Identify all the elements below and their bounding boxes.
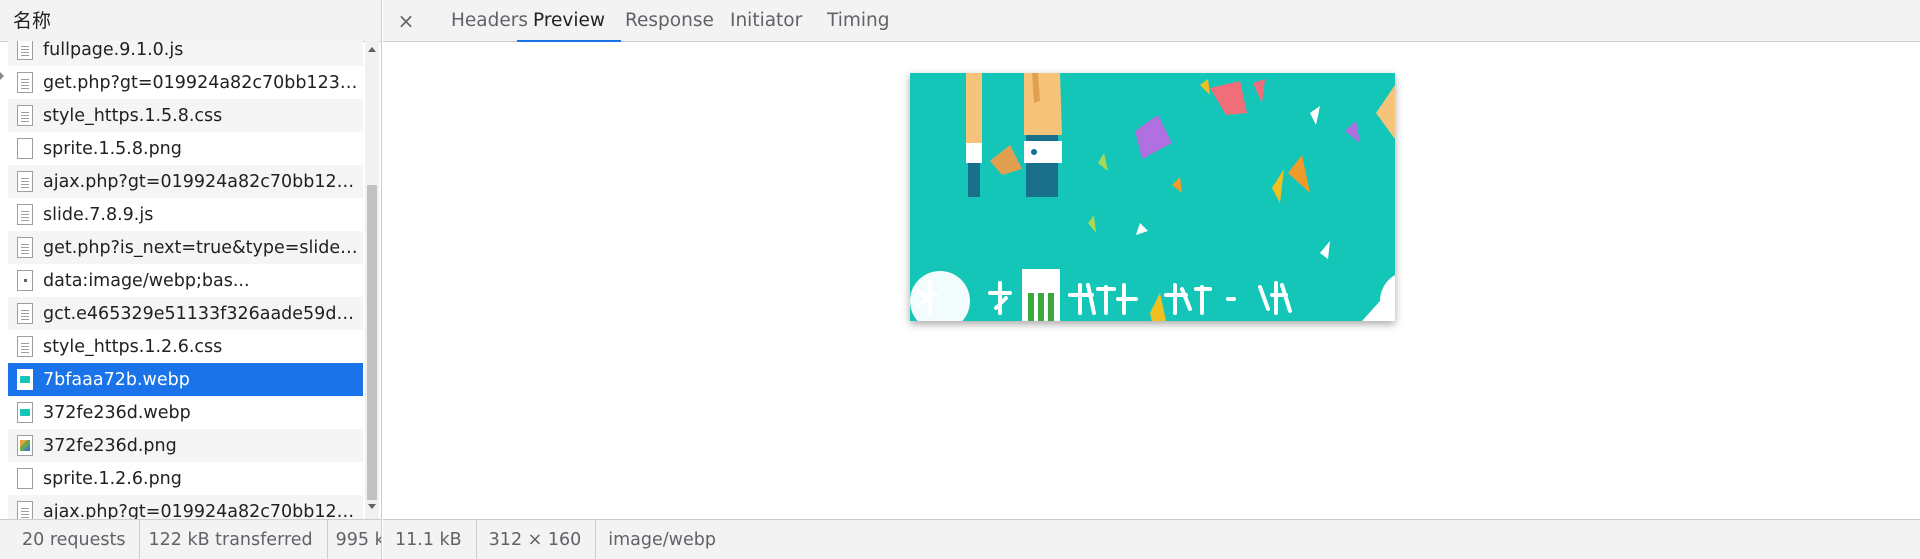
doc-file-icon bbox=[17, 237, 33, 258]
scrollbar-thumb[interactable] bbox=[367, 185, 377, 500]
request-name: fullpage.9.1.0.js bbox=[43, 41, 184, 60]
request-name: get.php?is_next=true&type=slide3&gt... bbox=[43, 237, 363, 258]
doc-file-icon bbox=[17, 204, 33, 225]
detail-tab-bar: × Headers Preview Response Initiator Tim… bbox=[383, 0, 1920, 42]
network-summary-bar: 20 requests 122 kB transferred 995 kB bbox=[0, 519, 381, 559]
request-count: 20 requests bbox=[22, 530, 126, 550]
request-name: get.php?gt=019924a82c70bb123aae9... bbox=[43, 72, 363, 93]
request-row[interactable]: gct.e465329e51133f326aade59da930c... bbox=[8, 297, 363, 330]
request-row[interactable]: sprite.1.2.6.png bbox=[8, 462, 363, 495]
transferred-size: 122 kB transferred bbox=[139, 520, 326, 559]
request-name: 372fe236d.png bbox=[43, 435, 177, 456]
scroll-up-arrow-icon[interactable] bbox=[368, 47, 376, 52]
request-row[interactable]: sprite.1.5.8.png bbox=[8, 132, 363, 165]
blank-file-icon bbox=[17, 138, 33, 159]
request-row[interactable]: slide.7.8.9.js bbox=[8, 198, 363, 231]
request-row[interactable]: 372fe236d.webp bbox=[8, 396, 363, 429]
network-request-list-panel: 名称 fullpage.9.1.0.js get.php?gt=019924a82… bbox=[0, 0, 382, 559]
request-list: fullpage.9.1.0.js get.php?gt=019924a82c70… bbox=[8, 41, 363, 519]
webp-image-icon bbox=[17, 369, 33, 390]
request-row[interactable]: 7bfaaa72b.webp bbox=[8, 363, 363, 396]
doc-file-icon bbox=[17, 41, 33, 60]
name-column-header[interactable]: 名称 bbox=[0, 0, 381, 42]
request-name: 7bfaaa72b.webp bbox=[43, 369, 190, 390]
request-name: ajax.php?gt=019924a82c70bb123aae9... bbox=[43, 171, 363, 192]
image-dimensions: 312 × 160 bbox=[475, 520, 596, 559]
scroll-down-arrow-icon[interactable] bbox=[368, 504, 376, 509]
request-row[interactable]: style_https.1.2.6.css bbox=[8, 330, 363, 363]
request-row[interactable]: get.php?gt=019924a82c70bb123aae9... bbox=[8, 66, 363, 99]
request-name: style_https.1.5.8.css bbox=[43, 105, 223, 126]
request-row[interactable]: 372fe236d.png bbox=[8, 429, 363, 462]
panel-resize-handle[interactable] bbox=[0, 72, 4, 80]
request-name: ajax.php?gt=019924a82c70bb123aae9... bbox=[43, 501, 363, 520]
request-name: slide.7.8.9.js bbox=[43, 204, 154, 225]
resources-size: 995 kB bbox=[326, 520, 381, 559]
mime-type: image/webp bbox=[595, 520, 730, 559]
request-name: data:image/webp;bas... bbox=[43, 270, 250, 291]
close-icon[interactable]: × bbox=[393, 6, 419, 36]
tab-timing[interactable]: Timing bbox=[811, 0, 906, 42]
doc-file-icon bbox=[17, 336, 33, 357]
resource-size: 11.1 kB bbox=[395, 530, 462, 550]
preview-info-bar: 11.1 kB 312 × 160 image/webp bbox=[383, 519, 1920, 559]
request-row[interactable]: fullpage.9.1.0.js bbox=[8, 41, 363, 66]
preview-pane bbox=[383, 42, 1920, 519]
blank-file-icon bbox=[17, 468, 33, 489]
request-row[interactable]: data:image/webp;bas... bbox=[8, 264, 363, 297]
doc-file-icon bbox=[17, 72, 33, 93]
request-row[interactable]: style_https.1.5.8.css bbox=[8, 99, 363, 132]
doc-file-icon bbox=[17, 171, 33, 192]
request-name: gct.e465329e51133f326aade59da930c... bbox=[43, 303, 363, 324]
request-name: sprite.1.5.8.png bbox=[43, 138, 182, 159]
data-uri-icon bbox=[17, 270, 33, 291]
image-preview bbox=[910, 73, 1395, 321]
request-detail-panel: × Headers Preview Response Initiator Tim… bbox=[383, 0, 1920, 559]
request-row[interactable]: ajax.php?gt=019924a82c70bb123aae9... bbox=[8, 495, 363, 519]
webp-image-icon bbox=[17, 402, 33, 423]
tab-initiator[interactable]: Initiator bbox=[714, 0, 818, 42]
request-rows: fullpage.9.1.0.js get.php?gt=019924a82c70… bbox=[8, 41, 363, 519]
doc-file-icon bbox=[17, 501, 33, 519]
doc-file-icon bbox=[17, 303, 33, 324]
request-name: style_https.1.2.6.css bbox=[43, 336, 223, 357]
doc-file-icon bbox=[17, 105, 33, 126]
png-image-icon bbox=[17, 435, 33, 456]
request-name: 372fe236d.webp bbox=[43, 402, 191, 423]
request-row[interactable]: ajax.php?gt=019924a82c70bb123aae9... bbox=[8, 165, 363, 198]
tab-response[interactable]: Response bbox=[609, 0, 730, 42]
request-name: sprite.1.2.6.png bbox=[43, 468, 182, 489]
tab-preview[interactable]: Preview bbox=[517, 0, 622, 42]
captcha-image-artwork bbox=[910, 73, 1395, 321]
request-row[interactable]: get.php?is_next=true&type=slide3&gt... bbox=[8, 231, 363, 264]
